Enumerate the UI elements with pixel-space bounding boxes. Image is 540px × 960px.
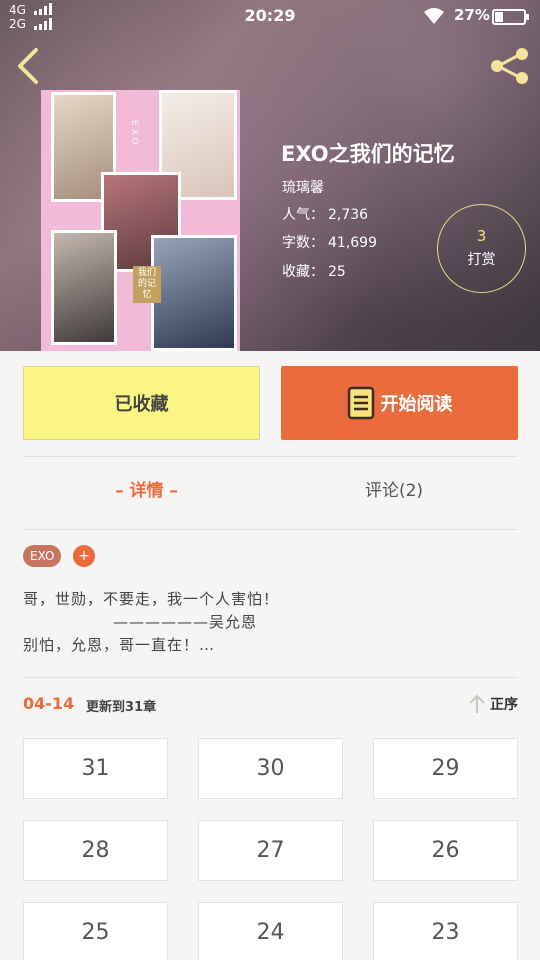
favorites-count: 收藏： 25: [282, 264, 346, 280]
battery-icon: [492, 9, 529, 25]
update-row: 04-14 更新到31章 正序: [23, 694, 518, 718]
reward-count: 3: [476, 227, 487, 245]
word-count: 字数： 41,699: [282, 235, 377, 251]
sort-order-button[interactable]: 正序: [468, 694, 518, 714]
status-bar: 4G 2G 20:29 27%: [0, 0, 540, 34]
battery-level: [495, 12, 503, 22]
tag-chip[interactable]: EXO: [23, 545, 62, 567]
reward-label: 打赏: [467, 252, 496, 268]
chapter-button[interactable]: 30: [198, 738, 343, 799]
update-text: 更新到31章: [86, 700, 157, 715]
chapter-button[interactable]: 23: [373, 902, 518, 960]
divider: [23, 529, 518, 530]
book-author[interactable]: 琉璃馨: [282, 177, 324, 197]
tab-comments[interactable]: 评论(2): [270, 476, 518, 501]
cover-title-tag: 我们的记忆: [133, 266, 161, 303]
chapter-button[interactable]: 25: [23, 902, 168, 960]
update-date: 04-14: [23, 694, 75, 713]
reward-button[interactable]: 3 打赏: [437, 204, 526, 293]
cover-exo-text: EXO: [129, 120, 139, 148]
chapter-button[interactable]: 29: [373, 738, 518, 799]
add-tag-button[interactable]: +: [73, 545, 95, 567]
chapter-button[interactable]: 24: [198, 902, 343, 960]
wifi-icon: [424, 8, 444, 24]
chevron-left-icon[interactable]: [14, 46, 44, 86]
divider: [23, 677, 518, 678]
chapter-button[interactable]: 27: [198, 820, 343, 881]
chapter-button[interactable]: 26: [373, 820, 518, 881]
popularity: 人气： 2,736: [282, 207, 369, 223]
book-icon: [347, 386, 374, 420]
tab-detail[interactable]: – 详情 –: [23, 476, 270, 501]
arrow-up-icon: [469, 694, 485, 713]
chapter-button[interactable]: 31: [23, 738, 168, 799]
collected-button[interactable]: 已收藏: [23, 366, 260, 440]
start-reading-button[interactable]: 开始阅读: [281, 366, 518, 440]
divider: [23, 456, 518, 457]
share-icon[interactable]: [488, 46, 532, 86]
book-title: EXO之我们的记忆: [281, 142, 455, 166]
chapter-button[interactable]: 28: [23, 820, 168, 881]
battery-percent: 27%: [454, 6, 490, 24]
book-header: 4G 2G 20:29 27% EXO 我们的记忆 EXO之我们的记忆 琉璃馨 …: [0, 0, 540, 351]
book-description: 哥，世勋，不要走，我一个人害怕！ ——————吴允恩 别怕，允恩，哥一直在！…: [23, 590, 280, 654]
book-cover: EXO 我们的记忆: [41, 90, 240, 351]
